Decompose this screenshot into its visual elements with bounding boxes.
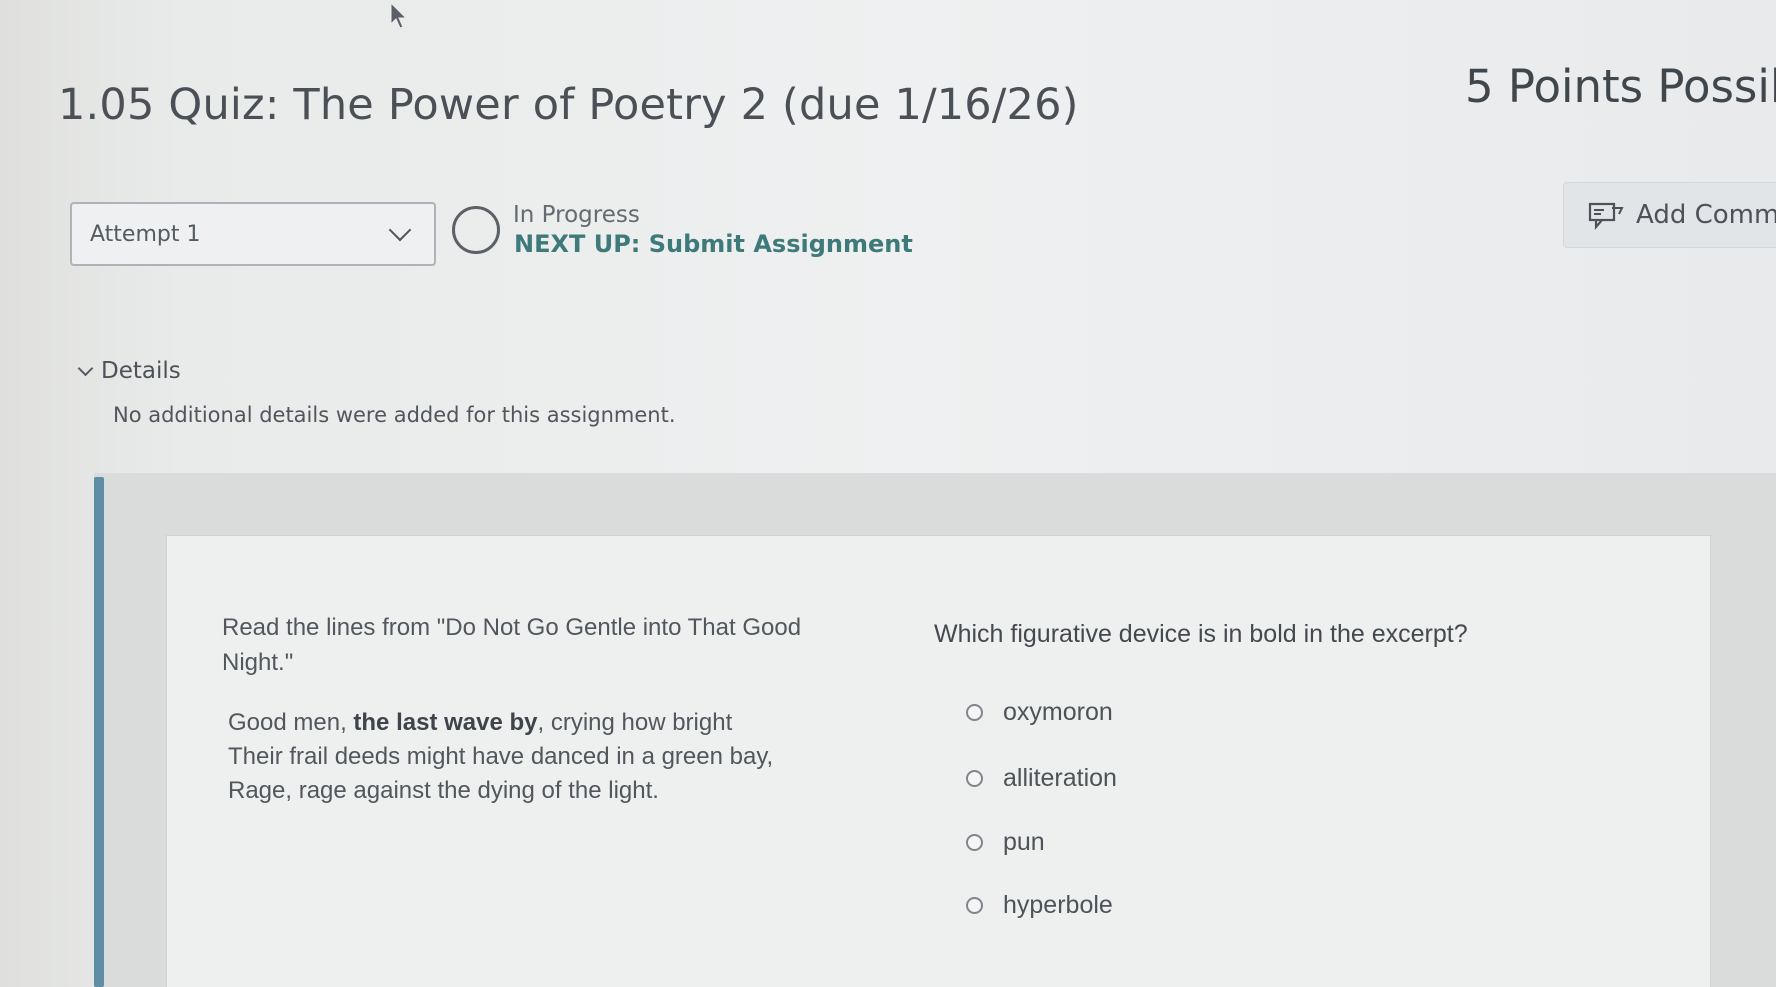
comment-icon	[1588, 202, 1624, 230]
poem-line-3: Rage, rage against the dying of the ligh…	[228, 777, 659, 804]
radio-button[interactable]	[966, 770, 983, 787]
poem-line-2: Their frail deeds might have danced in a…	[228, 743, 774, 770]
next-up-label: NEXT UP: Submit Assignment	[514, 230, 913, 258]
status-label: In Progress	[513, 202, 640, 228]
passage-intro: Read the lines from "Do Not Go Gentle in…	[222, 614, 802, 676]
progress-ring-icon	[452, 206, 500, 254]
quiz-frame-accent-bar	[94, 477, 104, 987]
radio-button[interactable]	[966, 897, 983, 914]
answer-option-label: oxymoron	[1003, 698, 1113, 726]
poem-excerpt: Good men, the last wave by, crying how b…	[228, 706, 773, 808]
answer-option-oxymoron[interactable]: oxymoron	[966, 698, 1113, 727]
attempt-select-value: Attempt 1	[90, 221, 201, 247]
chevron-down-icon	[77, 360, 94, 376]
question-text: Which figurative device is in bold in th…	[934, 620, 1468, 648]
details-toggle[interactable]: Details	[77, 358, 181, 384]
radio-button[interactable]	[966, 834, 983, 851]
poem-line-1-start: Good men,	[228, 709, 354, 736]
attempt-select[interactable]: Attempt 1	[70, 202, 436, 266]
add-comment-button[interactable]: Add Comm	[1563, 182, 1776, 248]
points-possible: 5 Points Possil	[1465, 60, 1776, 113]
answer-option-pun[interactable]: pun	[966, 828, 1045, 857]
details-text: No additional details were added for thi…	[113, 403, 676, 427]
answer-option-alliteration[interactable]: alliteration	[966, 764, 1117, 793]
answer-option-hyperbole[interactable]: hyperbole	[966, 891, 1113, 920]
mouse-cursor-icon	[390, 2, 408, 29]
answer-option-label: alliteration	[1003, 764, 1117, 792]
poem-line-1: Good men, the last wave by, crying how b…	[228, 706, 773, 740]
radio-button[interactable]	[966, 704, 983, 721]
details-label: Details	[101, 358, 181, 384]
poem-bold-phrase: the last wave by	[353, 709, 538, 736]
chevron-down-icon	[388, 218, 412, 242]
add-comment-label: Add Comm	[1636, 200, 1776, 230]
page-title: 1.05 Quiz: The Power of Poetry 2 (due 1/…	[58, 80, 1079, 130]
poem-line-1-end: , crying how bright	[537, 709, 733, 736]
quiz-page: 1.05 Quiz: The Power of Poetry 2 (due 1/…	[0, 0, 1776, 987]
answer-option-label: pun	[1003, 828, 1045, 856]
answer-option-label: hyperbole	[1003, 891, 1113, 919]
